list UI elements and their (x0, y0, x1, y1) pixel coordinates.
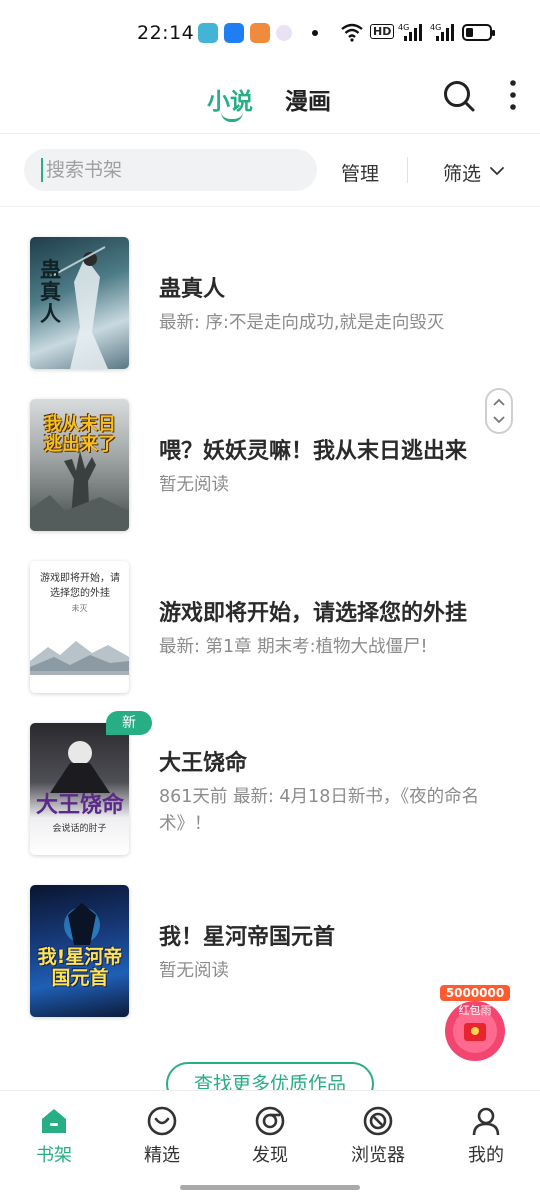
svg-text:4G: 4G (398, 23, 409, 32)
book-cover[interactable]: 大王饶命 会说话的肘子 (30, 723, 129, 855)
home-indicator[interactable] (180, 1185, 360, 1190)
notification-dot (312, 30, 318, 36)
nav-browser[interactable]: 浏览器 (338, 1103, 418, 1173)
nav-label: 精选 (144, 1145, 180, 1166)
cover-title: 蛊真人 (40, 257, 61, 326)
battery-icon (462, 24, 495, 41)
red-packet-label: 红包雨 (458, 1004, 492, 1017)
red-packet-amount: 5000000 (440, 985, 510, 1001)
tab-novel[interactable]: 小说 (207, 82, 253, 116)
app-notification-icon (250, 23, 270, 43)
book-latest: 861天前 最新: 4月18日新书，《夜的命名术》！ (159, 787, 480, 834)
browser-icon (363, 1106, 393, 1136)
nav-label: 我的 (468, 1145, 504, 1166)
wifi-icon (341, 23, 363, 42)
book-latest: 最新: 序:不是走向成功,就是走向毁灭 (159, 313, 445, 333)
bookshelf-home-icon (42, 1109, 66, 1133)
profile-icon (472, 1107, 500, 1136)
book-item[interactable]: 游戏即将开始，请选择您的外挂 未灭 游戏即将开始，请选择您的外挂 最新: 第1章… (0, 561, 540, 693)
bottom-nav: 书架 精选 发现 浏览器 我的 (0, 1090, 540, 1200)
status-bar: 22:14 HD 4G 4G (0, 0, 540, 66)
more-options-icon[interactable] (504, 78, 522, 114)
book-item[interactable]: 我从末日逃出来了 喂？妖妖灵嘛！我从末日逃出来 暂无阅读 (0, 399, 540, 531)
cover-title: 我从末日逃出来了 (44, 414, 116, 455)
heart-badge-icon (147, 1106, 177, 1136)
status-time: 22:14 (137, 22, 195, 44)
search-row: 管理 筛选 (0, 135, 540, 207)
discover-compass-icon (255, 1106, 285, 1136)
book-latest: 暂无阅读 (159, 475, 229, 495)
svg-text:4G: 4G (430, 23, 441, 32)
book-cover[interactable]: 我!星河帝国元首 (30, 885, 129, 1017)
book-latest: 最新: 第1章 期末考:植物大战僵尸! (159, 637, 428, 657)
nav-featured[interactable]: 精选 (122, 1103, 202, 1173)
app-notification-icon (198, 23, 218, 43)
new-badge: 新 (106, 711, 152, 735)
app-notification-icon (276, 25, 292, 41)
cover-title: 大王饶命 (35, 792, 124, 818)
book-item[interactable]: 大王饶命 会说话的肘子 新 大王饶命 861天前 最新: 4月18日新书，《夜的… (0, 711, 540, 855)
nav-label: 发现 (252, 1145, 288, 1166)
app-notification-icon (224, 23, 244, 43)
cover-art (30, 641, 129, 675)
tab-comic[interactable]: 漫画 (285, 82, 331, 116)
book-title: 游戏即将开始，请选择您的外挂 (159, 601, 468, 626)
book-item[interactable]: 蛊真人 蛊真人 最新: 序:不是走向成功,就是走向毁灭 (0, 237, 540, 369)
nav-profile[interactable]: 我的 (446, 1103, 526, 1173)
nav-label: 书架 (36, 1145, 72, 1166)
up-down-arrows-icon (493, 398, 505, 424)
nav-discover[interactable]: 发现 (230, 1103, 310, 1173)
top-tab-bar: 小说 漫画 (0, 66, 540, 134)
search-icon[interactable] (441, 78, 477, 114)
chevron-down-icon[interactable] (488, 162, 506, 180)
book-cover[interactable]: 游戏即将开始，请选择您的外挂 未灭 (30, 561, 129, 693)
nav-bookshelf[interactable]: 书架 (14, 1103, 94, 1173)
divider (407, 157, 408, 183)
book-title: 喂？妖妖灵嘛！我从末日逃出来 (159, 439, 468, 464)
signal-icon: 4G (430, 23, 454, 41)
cover-art (50, 741, 110, 793)
book-cover[interactable]: 我从末日逃出来了 (30, 399, 129, 531)
book-title: 大王饶命 (159, 751, 248, 776)
active-tab-indicator (221, 112, 243, 122)
search-input[interactable] (46, 149, 306, 191)
signal-icon: 4G (398, 23, 422, 41)
filter-button[interactable]: 筛选 (443, 159, 481, 186)
manage-button[interactable]: 管理 (341, 159, 379, 186)
hd-icon: HD (370, 24, 395, 39)
text-cursor (41, 158, 43, 182)
book-title: 蛊真人 (159, 277, 226, 302)
book-latest: 暂无阅读 (159, 961, 229, 981)
search-box[interactable] (24, 149, 317, 191)
cover-title: 我!星河帝国元首 (37, 946, 123, 989)
nav-label: 浏览器 (351, 1145, 405, 1166)
book-title: 我！星河帝国元首 (159, 925, 336, 950)
red-packet-floating[interactable]: 5000000 红包雨 (440, 985, 510, 1065)
book-cover[interactable]: 蛊真人 (30, 237, 129, 369)
scroll-handle[interactable] (485, 388, 513, 434)
cover-tagline: 会说话的肘子 (52, 824, 107, 834)
